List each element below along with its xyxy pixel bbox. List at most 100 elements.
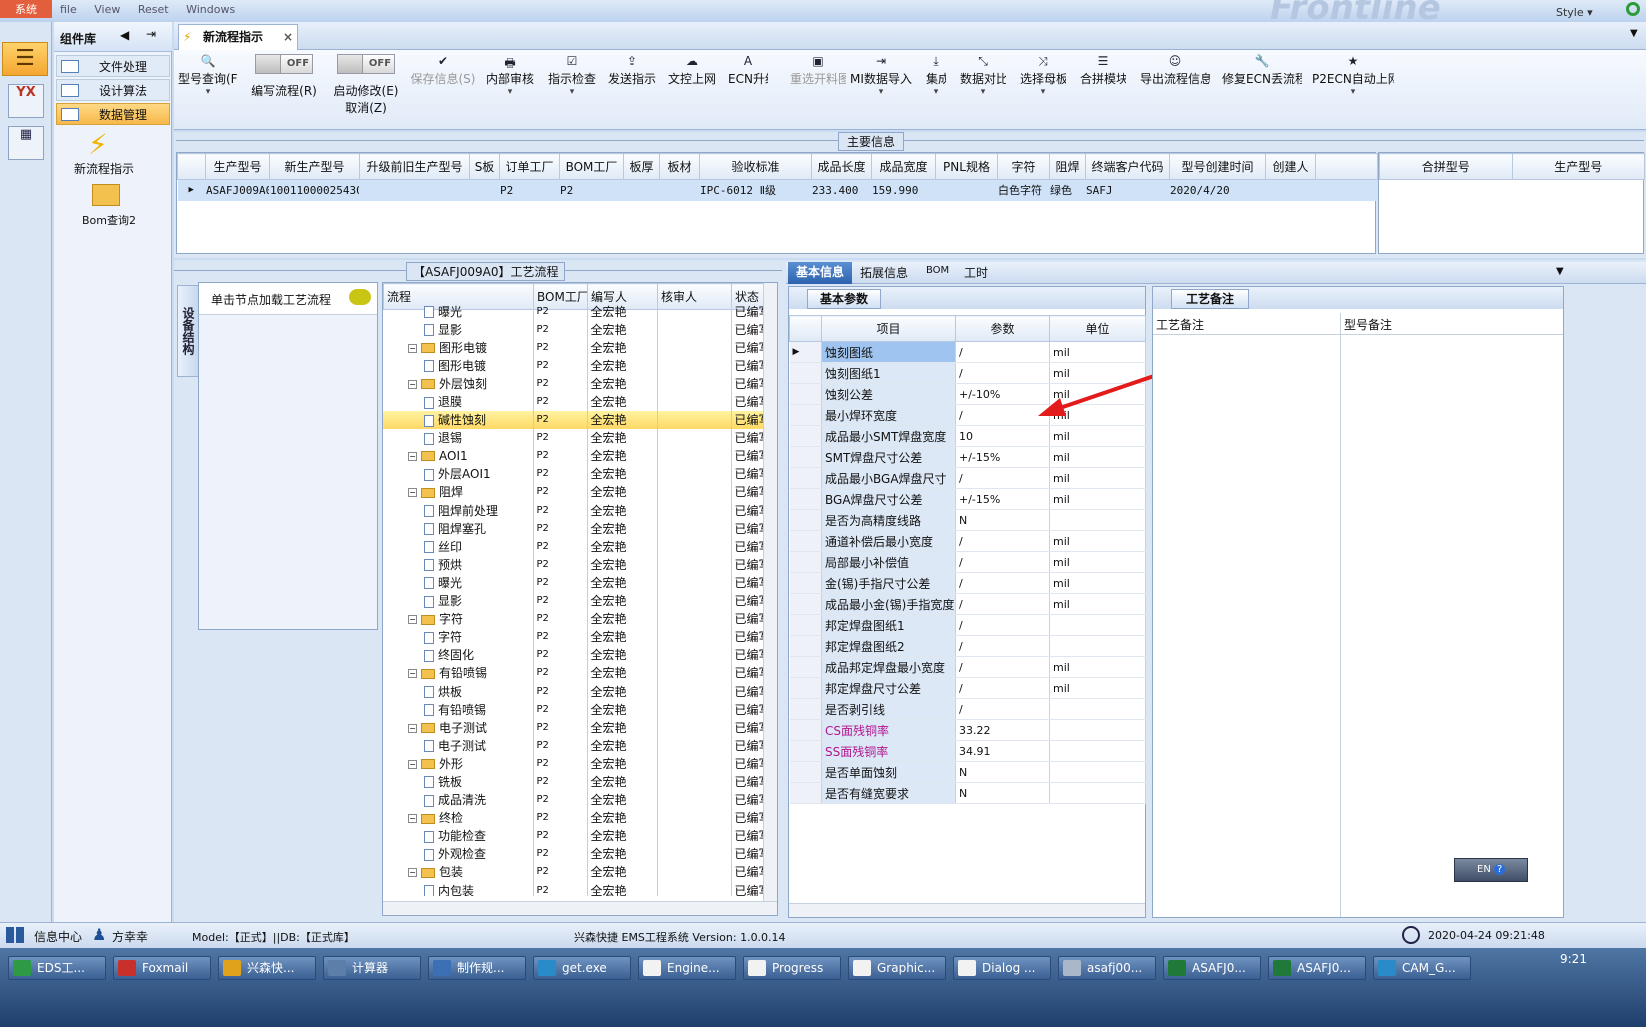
ribbon-button-12[interactable]: ⤡ 数据对比 ▾: [960, 54, 1006, 97]
ribbon-button-17[interactable]: ★ P2ECN自动上网 ▾: [1312, 54, 1394, 97]
main-header-6[interactable]: BOM工厂: [559, 153, 624, 180]
param-value[interactable]: /: [955, 635, 1050, 657]
tab-work-hours[interactable]: 工时: [964, 264, 988, 281]
param-row[interactable]: 是否剥引线 /: [789, 698, 1146, 720]
tree-row[interactable]: 铣板 P2 全宏艳 已编写: [383, 772, 768, 791]
param-row[interactable]: 成品最小BGA焊盘尺寸 / mil: [789, 467, 1146, 489]
param-value[interactable]: /: [955, 656, 1050, 678]
param-value[interactable]: N: [955, 761, 1050, 783]
tree-row[interactable]: 显影 P2 全宏艳 已编写: [383, 591, 768, 610]
param-row[interactable]: ▶ 蚀刻图纸 / mil: [789, 341, 1146, 363]
param-value[interactable]: +/-15%: [955, 488, 1050, 510]
toggle-switch[interactable]: OFF: [337, 54, 395, 74]
chevron-down-icon[interactable]: ▾: [926, 87, 946, 97]
main-header-14[interactable]: 阻焊: [1049, 153, 1086, 180]
main-header-3[interactable]: 升级前旧生产型号: [359, 153, 470, 180]
tab-device-structure[interactable]: 设备结构: [177, 285, 199, 377]
chevron-down-icon[interactable]: ▾: [850, 87, 912, 97]
style-menu[interactable]: Style ▾: [1556, 6, 1593, 19]
taskbar-item-4[interactable]: 制作规...: [428, 956, 526, 980]
taskbar-item-1[interactable]: Foxmail: [113, 956, 211, 980]
ribbon-button-3[interactable]: ✔ 保存信息(S): [410, 54, 476, 87]
param-value[interactable]: 33.22: [955, 719, 1050, 741]
tree-row[interactable]: 碱性蚀刻 P2 全宏艳 已编写: [383, 410, 768, 429]
ribbon-button-7[interactable]: ☁ 文控上网: [666, 54, 718, 87]
main-cell-11[interactable]: 159.990: [871, 179, 936, 201]
taskbar-item-2[interactable]: 兴森快...: [218, 956, 316, 980]
main-cell-10[interactable]: 233.400: [811, 179, 872, 201]
tree-row[interactable]: − 外形 P2 全宏艳 已编写: [383, 754, 768, 773]
ribbon-button-11[interactable]: ⤓ 集成 ▾: [926, 54, 946, 97]
tree-row[interactable]: 字符 P2 全宏艳 已编写: [383, 627, 768, 646]
main-cell-17[interactable]: [1265, 179, 1316, 201]
language-bar[interactable]: EN ?: [1454, 858, 1528, 882]
info-center-label[interactable]: 信息中心: [34, 928, 82, 945]
taskbar-item-6[interactable]: Engine...: [638, 956, 736, 980]
taskbar-item-0[interactable]: EDS工...: [8, 956, 106, 980]
main-cell-16[interactable]: 2020/4/20: [1169, 179, 1266, 201]
param-value[interactable]: N: [955, 782, 1050, 804]
chevron-down-icon[interactable]: ▾: [1312, 87, 1394, 97]
main-cell-12[interactable]: [935, 179, 998, 201]
tree-row[interactable]: − 有铅喷锡 P2 全宏艳 已编写: [383, 663, 768, 682]
taskbar-item-8[interactable]: Graphic...: [848, 956, 946, 980]
taskbar-item-13[interactable]: CAM_G...: [1373, 956, 1471, 980]
param-value[interactable]: /: [955, 677, 1050, 699]
expand-icon[interactable]: −: [408, 451, 417, 461]
params-hscroll[interactable]: [789, 903, 1145, 917]
ribbon-button-6[interactable]: ⇪ 发送指示: [606, 54, 658, 87]
expand-icon[interactable]: −: [408, 814, 417, 824]
system-button[interactable]: 系统: [0, 0, 52, 18]
main-header-2[interactable]: 新生产型号: [269, 153, 360, 180]
main-header-4[interactable]: S板: [469, 153, 500, 180]
close-icon[interactable]: ×: [283, 25, 293, 49]
param-row[interactable]: 金(锡)手指尺寸公差 / mil: [789, 572, 1146, 594]
new-process-shortcut[interactable]: 新流程指示: [74, 160, 134, 177]
param-value[interactable]: /: [955, 614, 1050, 636]
chevron-down-icon[interactable]: ▼: [1556, 266, 1564, 277]
tree-row[interactable]: 外观检查 P2 全宏艳 已编写: [383, 844, 768, 863]
taskbar-item-7[interactable]: Progress: [743, 956, 841, 980]
tab-process-remarks[interactable]: 工艺备注: [1171, 289, 1249, 309]
comp-item-data[interactable]: 数据管理: [56, 103, 170, 125]
taskbar-item-12[interactable]: ASAFJ0...: [1268, 956, 1366, 980]
tree-row[interactable]: 图形电镀 P2 全宏艳 已编写: [383, 356, 768, 375]
param-row[interactable]: 是否为高精度线路 N: [789, 509, 1146, 531]
expand-icon[interactable]: −: [408, 868, 417, 878]
main-cell-15[interactable]: SAFJ: [1085, 179, 1170, 201]
tree-row[interactable]: − 外层蚀刻 P2 全宏艳 已编写: [383, 374, 768, 393]
param-row[interactable]: 成品邦定焊盘最小宽度 / mil: [789, 656, 1146, 678]
ribbon-button-16[interactable]: 🔧 修复ECN丢流程: [1222, 54, 1302, 87]
yx-logo-icon[interactable]: YX: [8, 84, 44, 118]
tree-row[interactable]: − 终检 P2 全宏艳 已编写: [383, 808, 768, 827]
param-value[interactable]: /: [955, 341, 1050, 363]
main-cell-9[interactable]: IPC-6012 Ⅱ级: [699, 179, 812, 201]
ribbon-button-10[interactable]: ⇥ MI数据导入 ▾: [850, 54, 912, 97]
chevron-down-icon[interactable]: ▾: [484, 87, 536, 97]
param-row[interactable]: SS面残铜率 34.91: [789, 740, 1146, 762]
ribbon-button-4[interactable]: 🖶 内部审核 ▾: [484, 54, 536, 97]
main-cell-5[interactable]: P2: [499, 179, 560, 201]
tab-basic-info[interactable]: 基本信息: [788, 262, 852, 284]
ribbon-button-8[interactable]: A ECN升级: [728, 54, 768, 87]
main-header-15[interactable]: 终端客户代码: [1085, 153, 1170, 180]
folder-icon[interactable]: [92, 184, 120, 206]
tree-row[interactable]: 丝印 P2 全宏艳 已编写: [383, 537, 768, 556]
tab-bom[interactable]: BOM: [926, 265, 949, 276]
main-cell-18[interactable]: [1315, 179, 1378, 201]
main-cell-13[interactable]: 白色字符: [997, 179, 1050, 201]
param-value[interactable]: /: [955, 530, 1050, 552]
tree-row[interactable]: − 字符 P2 全宏艳 已编写: [383, 609, 768, 628]
main-cell-3[interactable]: [359, 179, 470, 201]
main-header-17[interactable]: 创建人: [1265, 153, 1316, 180]
help-icon[interactable]: ?: [1494, 864, 1506, 875]
taskbar-item-10[interactable]: asafj00...: [1058, 956, 1156, 980]
login-icon[interactable]: ⇥: [146, 27, 156, 41]
main-header-16[interactable]: 型号创建时间: [1169, 153, 1266, 180]
calculator-icon[interactable]: ▦: [8, 126, 44, 160]
param-row[interactable]: 局部最小补偿值 / mil: [789, 551, 1146, 573]
ribbon-button-0[interactable]: 🔍 型号查询(F) ▾: [178, 54, 238, 97]
tree-row[interactable]: 烘板 P2 全宏艳 已编写: [383, 681, 768, 701]
tree-row[interactable]: − 包装 P2 全宏艳 已编写: [383, 862, 768, 881]
tree-row[interactable]: − 阻焊 P2 全宏艳 已编写: [383, 482, 768, 502]
